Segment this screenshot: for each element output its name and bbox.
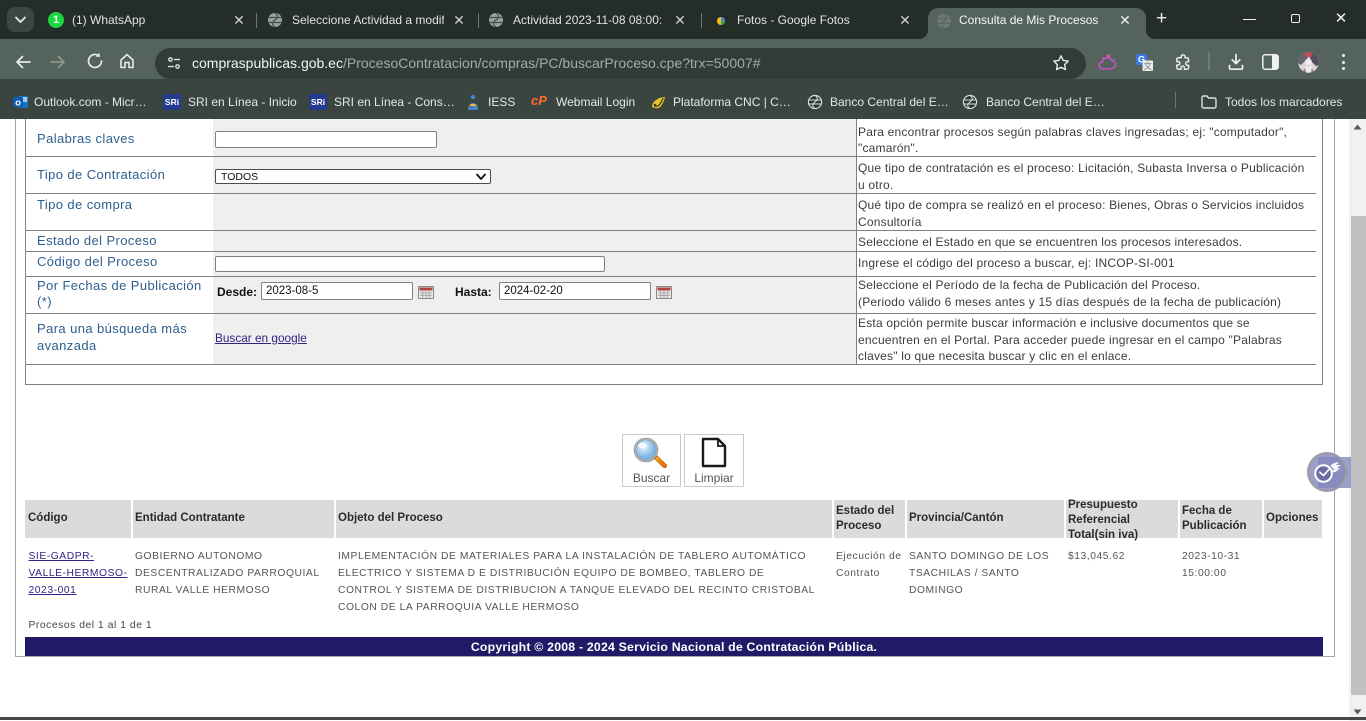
svg-text:o: o xyxy=(15,98,21,109)
svg-text:文: 文 xyxy=(1143,61,1152,71)
